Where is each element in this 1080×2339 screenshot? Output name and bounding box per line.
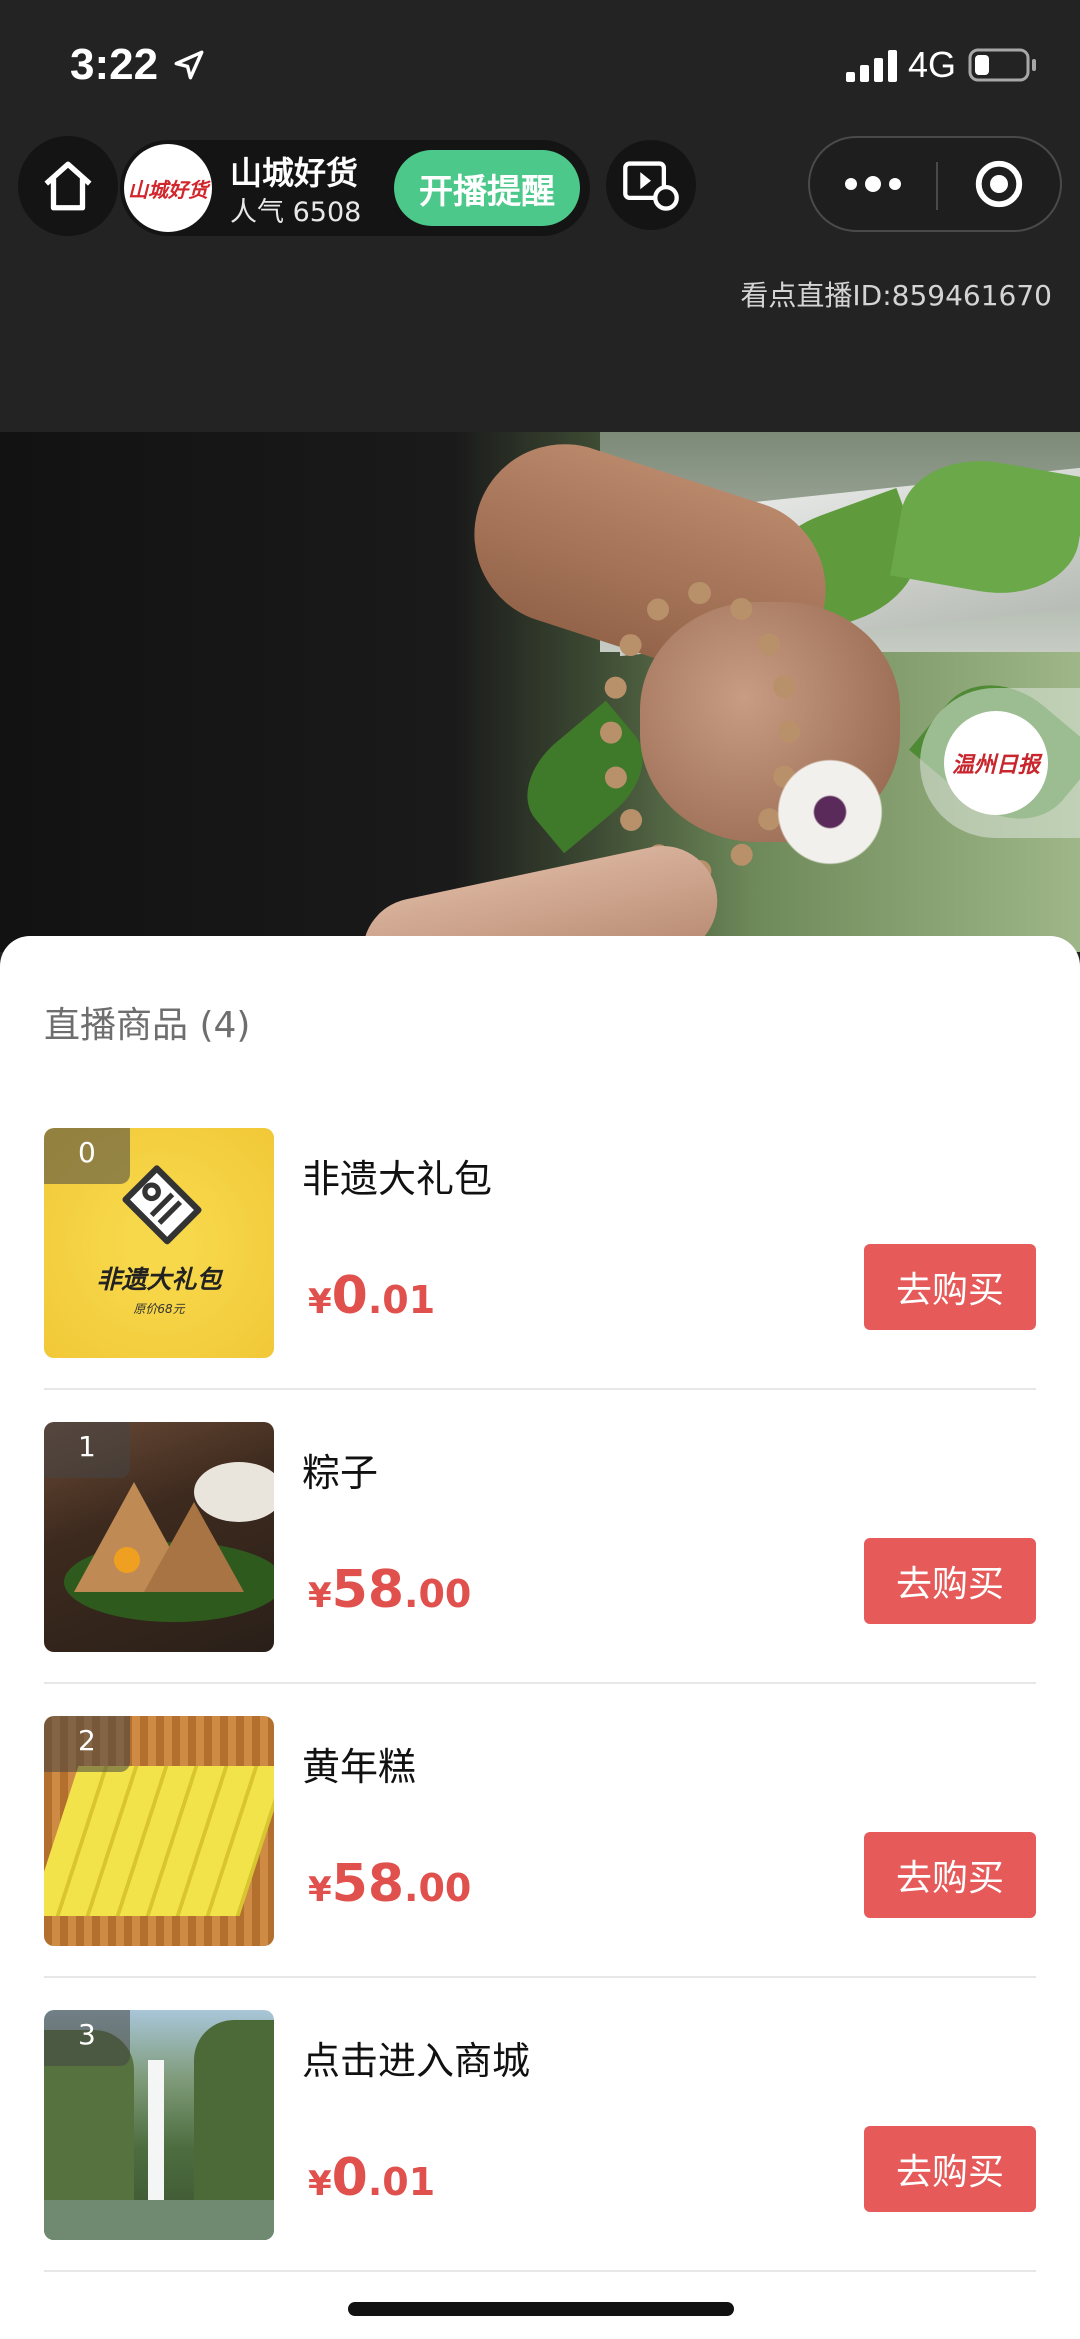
live-room-id: 看点直播ID:859461670 — [740, 279, 1052, 312]
product-name[interactable]: 粽子 — [302, 1442, 378, 1497]
product-item[interactable]: 3 点击进入商城 ¥0.01 去购买 — [44, 1978, 1036, 2272]
live-reminder-button[interactable]: 开播提醒 — [394, 150, 580, 226]
media-logo: 温州日报 — [944, 711, 1048, 815]
product-price: ¥58.00 — [308, 1560, 472, 1620]
live-video[interactable] — [0, 432, 1080, 952]
product-item[interactable]: 2 黄年糕 ¥58.00 去购买 — [44, 1684, 1036, 1978]
buy-button[interactable]: 去购买 — [864, 1538, 1036, 1624]
anchor-name: 山城好货 — [230, 154, 359, 192]
network-type: 4G — [908, 44, 957, 85]
media-badge[interactable]: 温州日报 — [920, 688, 1080, 838]
home-icon — [44, 161, 92, 211]
product-price: ¥0.01 — [308, 2148, 436, 2208]
product-thumbnail[interactable]: 2 — [44, 1716, 274, 1946]
product-name[interactable]: 点击进入商城 — [302, 2030, 530, 2085]
buy-button[interactable]: 去购买 — [864, 2126, 1036, 2212]
status-bar: 3:22 4G — [0, 0, 1080, 130]
signal-icon — [846, 50, 897, 82]
product-item[interactable]: 1 粽子 ¥58.00 去购买 — [44, 1390, 1036, 1684]
location-arrow-icon — [174, 50, 204, 80]
anchor-avatar[interactable]: 山城好货 — [124, 144, 212, 232]
product-thumbnail[interactable]: 3 — [44, 2010, 274, 2240]
product-thumbnail[interactable]: 1 — [44, 1422, 274, 1652]
product-name[interactable]: 非遗大礼包 — [302, 1148, 492, 1203]
product-sheet: 直播商品 (4) 非遗大礼包 原价68元 0 非遗大礼包 ¥0.01 去购买 1… — [0, 936, 1080, 2339]
status-time: 3:22 — [70, 40, 159, 89]
product-thumbnail-subtitle: 原价68元 — [133, 1302, 185, 1316]
product-name[interactable]: 黄年糕 — [302, 1736, 416, 1791]
product-thumbnail[interactable]: 非遗大礼包 原价68元 0 — [44, 1128, 274, 1358]
video-play-icon — [623, 161, 679, 211]
more-button[interactable] — [810, 138, 936, 230]
mini-program-capsule — [808, 136, 1062, 232]
buy-button[interactable]: 去购买 — [864, 1244, 1036, 1330]
product-price: ¥0.01 — [308, 1266, 436, 1326]
product-index-badge: 1 — [44, 1422, 130, 1478]
product-thumbnail-title: 非遗大礼包 — [96, 1265, 222, 1294]
product-index-badge: 3 — [44, 2010, 130, 2066]
product-item[interactable]: 非遗大礼包 原价68元 0 非遗大礼包 ¥0.01 去购买 — [44, 1096, 1036, 1390]
product-index-badge: 2 — [44, 1716, 130, 1772]
close-button[interactable] — [938, 138, 1060, 230]
anchor-popularity: 人气 6508 — [230, 197, 362, 228]
video-replay-button[interactable] — [606, 140, 696, 230]
target-close-icon — [975, 160, 1023, 208]
home-indicator[interactable] — [348, 2302, 734, 2316]
anchor-info[interactable]: 山城好货 山城好货 人气 6508 开播提醒 — [120, 140, 590, 236]
buy-button[interactable]: 去购买 — [864, 1832, 1036, 1918]
battery-icon — [968, 48, 1036, 82]
product-index-badge: 0 — [44, 1128, 130, 1184]
sheet-title: 直播商品 (4) — [44, 1005, 251, 1046]
product-price: ¥58.00 — [308, 1854, 472, 1914]
home-button[interactable] — [18, 136, 118, 236]
